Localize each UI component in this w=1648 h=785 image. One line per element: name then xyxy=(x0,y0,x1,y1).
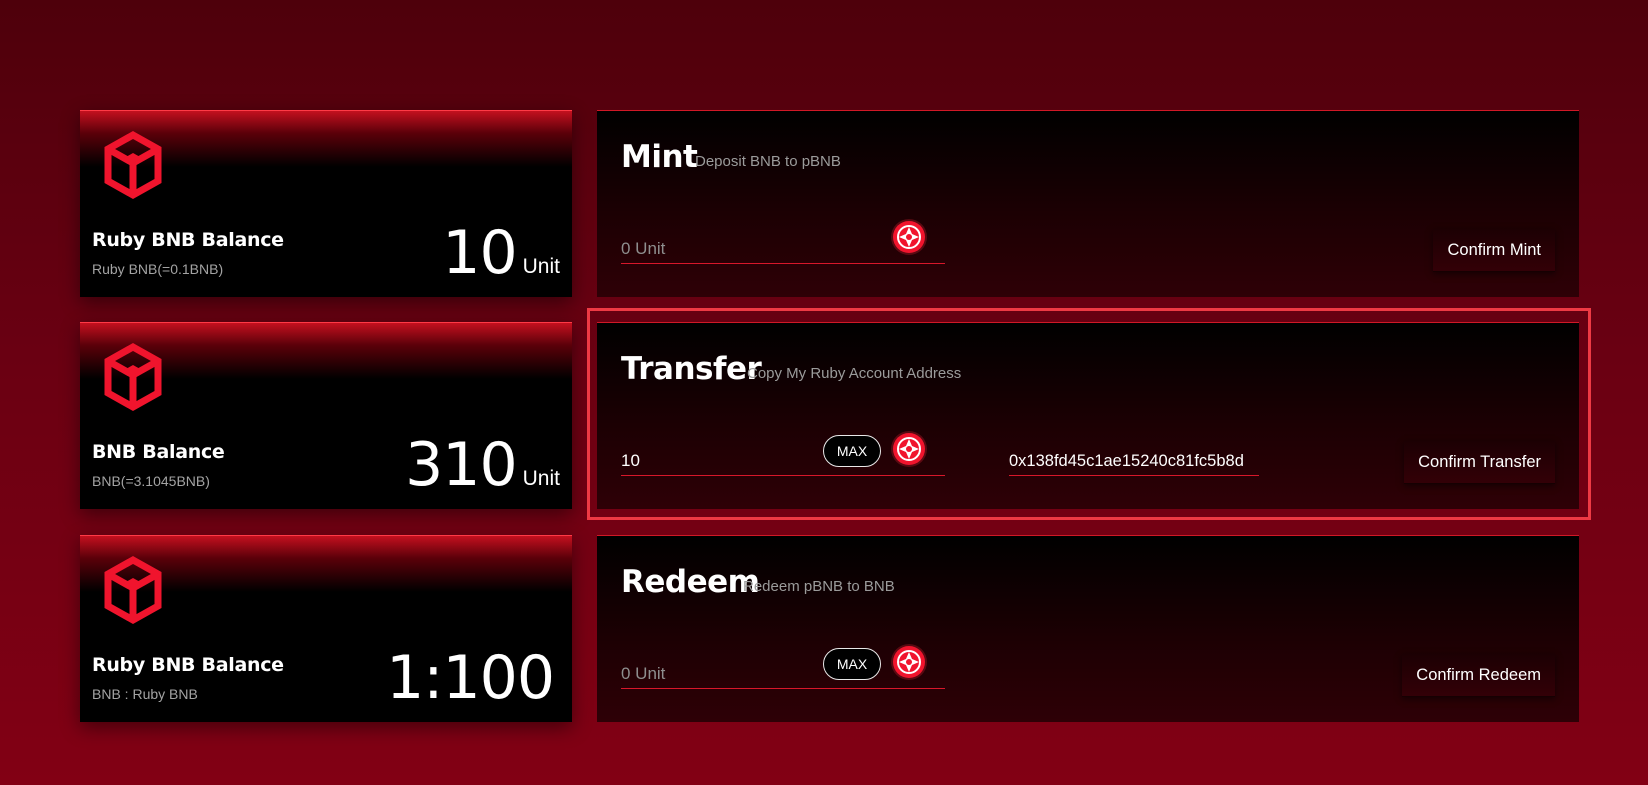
balance-value: 10 xyxy=(442,218,517,288)
copy-account-address-link[interactable]: Copy My Ruby Account Address xyxy=(747,365,961,382)
bnb-cube-icon xyxy=(104,342,162,412)
bnb-cube-icon xyxy=(104,555,162,625)
mint-amount-field xyxy=(621,221,945,264)
balance-unit: Unit xyxy=(522,467,560,490)
panel-title: Redeem xyxy=(621,564,760,600)
recipient-address-field xyxy=(1009,443,1259,476)
confirm-mint-button[interactable]: Confirm Mint xyxy=(1433,229,1555,272)
balance-subtitle: Ruby BNB(=0.1BNB) xyxy=(92,261,224,277)
recipient-address-input[interactable] xyxy=(1009,452,1259,471)
redeem-amount-input[interactable] xyxy=(621,664,821,684)
panel-subtitle: Redeem pBNB to BNB xyxy=(743,578,895,595)
panel-title: Transfer xyxy=(621,351,762,387)
balance-value: 310 xyxy=(405,430,518,500)
transfer-panel: Transfer Copy My Ruby Account Address MA… xyxy=(597,322,1579,509)
ruby-token-icon xyxy=(893,433,925,465)
balance-subtitle: BNB : Ruby BNB xyxy=(92,686,198,702)
panel-subtitle: Deposit BNB to pBNB xyxy=(695,153,841,170)
ruby-token-icon xyxy=(893,221,925,253)
balance-amount: 310 Unit xyxy=(405,435,560,495)
confirm-redeem-button[interactable]: Confirm Redeem xyxy=(1402,654,1555,697)
balance-unit: Unit xyxy=(522,255,560,278)
balance-title: Ruby BNB Balance xyxy=(92,229,284,251)
mint-amount-input[interactable] xyxy=(621,239,821,259)
balance-amount: 10 Unit xyxy=(442,223,560,283)
redeem-panel: Redeem Redeem pBNB to BNB MAX Confirm Re… xyxy=(597,535,1579,722)
confirm-transfer-button[interactable]: Confirm Transfer xyxy=(1404,441,1555,484)
bnb-balance-card: BNB Balance BNB(=3.1045BNB) 310 Unit xyxy=(80,322,572,509)
exchange-rate-value: 1:100 xyxy=(386,643,555,713)
ruby-token-icon xyxy=(893,646,925,678)
exchange-rate-card: Ruby BNB Balance BNB : Ruby BNB 1:100 xyxy=(80,535,572,722)
balance-title: Ruby BNB Balance xyxy=(92,654,284,676)
mint-panel: Mint Deposit BNB to pBNB Confirm Mint xyxy=(597,110,1579,297)
ruby-bnb-balance-card: Ruby BNB Balance Ruby BNB(=0.1BNB) 10 Un… xyxy=(80,110,572,297)
max-button[interactable]: MAX xyxy=(823,435,881,467)
balance-amount: 1:100 xyxy=(386,648,560,708)
balance-subtitle: BNB(=3.1045BNB) xyxy=(92,473,210,489)
transfer-amount-field: MAX xyxy=(621,433,945,476)
redeem-amount-field: MAX xyxy=(621,646,945,689)
max-button[interactable]: MAX xyxy=(823,648,881,680)
balance-title: BNB Balance xyxy=(92,441,225,463)
bnb-cube-icon xyxy=(104,130,162,200)
panel-title: Mint xyxy=(621,139,698,175)
transfer-amount-input[interactable] xyxy=(621,451,821,471)
